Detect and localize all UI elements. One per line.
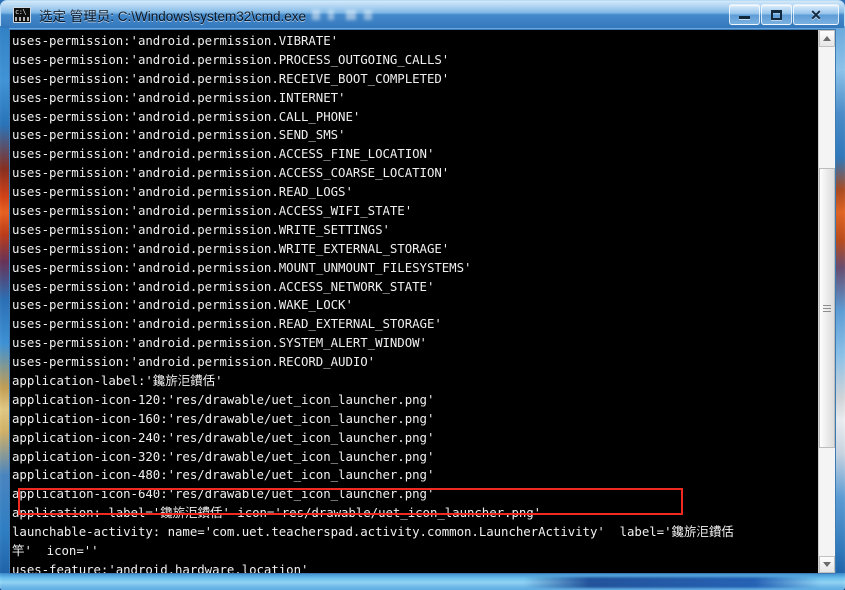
console-line: uses-permission:'android.permission.ACCE… [12,164,816,183]
minimize-icon [739,16,750,19]
console-line: application-icon-120:'res/drawable/uet_i… [12,391,816,410]
console-line: uses-permission:'android.permission.ACCE… [12,145,816,164]
console-line: application-icon-480:'res/drawable/uet_i… [12,466,816,485]
console-text-run: uses-permission:'android.permission.ACCE… [12,146,435,162]
cmd-icon-label: c:\ [15,7,27,16]
console-text-run: uses-permission:'android.permission.PROC… [12,51,450,67]
console-text-run: uses-permission:'android.permission.INTE… [12,89,346,105]
console-text-run: application-icon-240:'res/drawable/uet_i… [12,429,435,445]
console-text-run: uses-permission:'android.permission.ACCE… [12,203,413,219]
console-output: uses-permission:'android.permission.VIBR… [12,32,816,574]
console-text-run: uses-permission:'android.permission.READ… [12,316,442,332]
console-cjk-text: 鑱旂洰鐨佸 [160,505,223,521]
console-text-run: uses-permission:'android.permission.ACCE… [12,278,435,294]
console-text-run: uses-permission:'android.permission.WRIT… [12,221,390,237]
console-line: uses-permission:'android.permission.SEND… [12,126,816,145]
console-text-run: ' [215,373,223,389]
console-text-run: ' icon='' [24,543,99,559]
console-line: uses-permission:'android.permission.WRIT… [12,240,816,259]
console-client-area[interactable]: uses-permission:'android.permission.VIBR… [9,29,836,574]
console-text-run: uses-permission:'android.permission.SYST… [12,335,427,351]
console-line: uses-permission:'android.permission.PROC… [12,51,816,70]
console-line: application-icon-640:'res/drawable/uet_i… [12,485,816,504]
window-left-border [0,26,9,574]
console-line: application-label:'鑱旂洰鐨佸' [12,372,816,391]
console-text-run: uses-permission:'android.permission.WAKE… [12,297,353,313]
scroll-up-button[interactable] [819,30,835,47]
console-line: application: label='鑱旂洰鐨佸' icon='res/dra… [12,504,816,523]
window-bottom-border [0,573,845,590]
minimize-button[interactable] [729,4,760,25]
console-line: uses-permission:'android.permission.READ… [12,183,816,202]
console-line: uses-permission:'android.permission.RECO… [12,353,816,372]
console-line: uses-permission:'android.permission.ACCE… [12,202,816,221]
scrollbar-grip-icon [823,304,831,312]
title-bar-blurred-text [312,9,463,20]
console-cjk-text: 鑱旂洰鐨佸 [671,524,734,540]
title-bar[interactable]: c:\ 选定 管理员: C:\Windows\system32\cmd.exe … [1,1,844,28]
console-text-run: application-icon-640:'res/drawable/uet_i… [12,486,435,502]
console-text-run: uses-permission:'android.permission.VIBR… [12,33,339,48]
console-cjk-text: 鑱旂洰鐨佸 [152,373,216,389]
console-text-run: uses-permission:'android.permission.SEND… [12,127,346,143]
scrollbar-thumb[interactable] [819,168,835,448]
console-text-run: uses-permission:'android.permission.RECE… [12,70,450,86]
console-text-run: application-label:' [12,373,153,389]
console-text-run: uses-permission:'android.permission.CALL… [12,108,361,124]
console-line: application-icon-240:'res/drawable/uet_i… [12,429,816,448]
console-text-run: application: label=' [12,505,161,521]
window-right-border [836,26,845,574]
console-text-run: application-icon-160:'res/drawable/uet_i… [12,410,435,426]
console-line: application-icon-160:'res/drawable/uet_i… [12,410,816,429]
console-cjk-text: 竿 [12,543,25,559]
console-line: uses-permission:'android.permission.SYST… [12,334,816,353]
console-line: uses-feature:'android.hardware.location' [12,561,816,574]
maximize-button[interactable] [761,4,792,25]
cmd-window[interactable]: c:\ 选定 管理员: C:\Windows\system32\cmd.exe … [0,0,845,590]
console-text-run: uses-permission:'android.permission.WRIT… [12,240,450,256]
window-controls[interactable]: ✕ [728,4,839,25]
vertical-scrollbar[interactable] [818,30,835,573]
console-line: 竿' icon='' [12,542,816,561]
console-text-run: application-icon-120:'res/drawable/uet_i… [12,391,435,407]
console-line: uses-permission:'android.permission.RECE… [12,70,816,89]
console-text-run: uses-permission:'android.permission.ACCE… [12,165,450,181]
console-text-run: application-icon-480:'res/drawable/uet_i… [12,467,435,483]
console-line: application-icon-320:'res/drawable/uet_i… [12,448,816,467]
console-text-run: ' icon='res/drawable/uet_icon_launcher.p… [222,505,542,521]
console-text-run: launchable-activity: name='com.uet.teach… [12,524,672,540]
close-icon: ✕ [810,6,822,23]
console-text-run: uses-permission:'android.permission.RECO… [12,354,376,370]
console-line: uses-permission:'android.permission.WAKE… [12,296,816,315]
console-text-run: uses-permission:'android.permission.MOUN… [12,259,472,275]
chevron-up-icon [823,36,831,41]
scroll-down-button[interactable] [819,556,835,573]
close-button[interactable]: ✕ [793,4,839,25]
console-text-run: uses-permission:'android.permission.READ… [12,184,353,200]
window-title: 选定 管理员: C:\Windows\system32\cmd.exe [39,8,307,24]
console-line: uses-permission:'android.permission.MOUN… [12,259,816,278]
console-line: launchable-activity: name='com.uet.teach… [12,523,816,542]
console-line: uses-permission:'android.permission.VIBR… [12,32,816,51]
console-line: uses-permission:'android.permission.READ… [12,315,816,334]
console-text-run: application-icon-320:'res/drawable/uet_i… [12,448,435,464]
maximize-icon [771,9,782,20]
console-line: uses-permission:'android.permission.CALL… [12,108,816,127]
console-line: uses-permission:'android.permission.WRIT… [12,221,816,240]
console-line: uses-permission:'android.permission.INTE… [12,89,816,108]
console-line: uses-permission:'android.permission.ACCE… [12,278,816,297]
console-text-run: uses-feature:'android.hardware.location' [12,561,309,574]
chevron-down-icon [823,562,831,567]
cmd-icon: c:\ [13,6,31,23]
